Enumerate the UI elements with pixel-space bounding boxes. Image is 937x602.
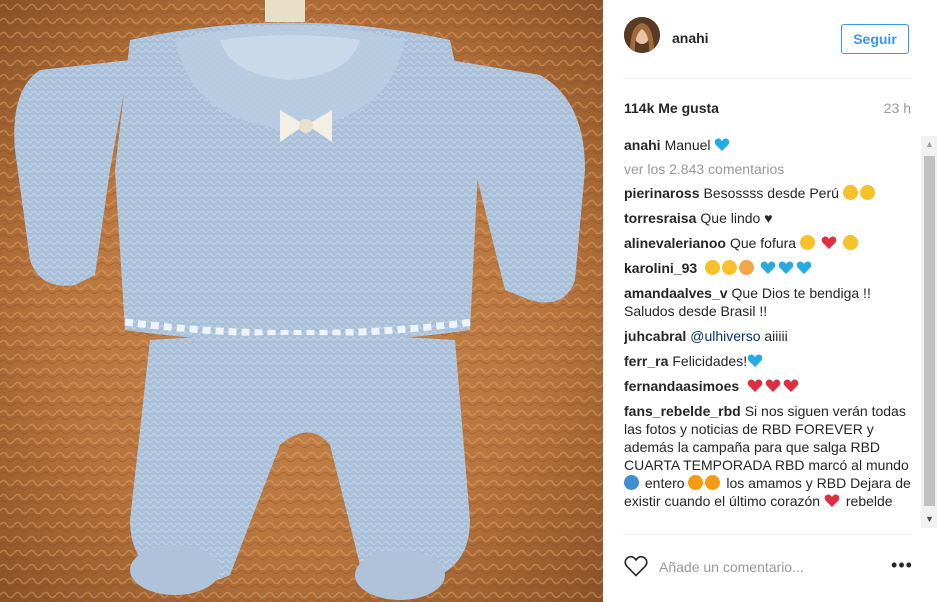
blue-heart-emoji [714,138,730,152]
comment-text: Besossss desde Perú [703,185,839,201]
blue-heart-emoji [747,354,763,368]
divider [623,78,911,79]
post-photo[interactable] [0,0,603,602]
comment-username[interactable]: torresraisa [624,210,696,226]
scroll-up-arrow-icon[interactable]: ▲ [921,136,937,153]
comments-list: anahi Manuel ver los 2.843 comentarios pi… [624,136,914,528]
clapping-hands-emoji [739,260,755,275]
blue-heart-emoji [778,261,794,275]
caption-text: Manuel [664,137,711,153]
scrollbar-thumb[interactable] [924,156,935,506]
comment-text: aiiiii [764,328,788,344]
comment-item: karolini_93 [624,259,914,277]
comment-text: rebelde [845,493,893,509]
comment-username[interactable]: juhcabral [624,328,686,344]
heart-icon[interactable] [624,555,648,577]
heart-eyes-emoji [722,260,738,275]
comment-text: entero [644,475,685,491]
post-timestamp[interactable]: 23 h [884,100,911,116]
post-details-panel: anahi Seguir 114k Me gusta 23 h anahi Man… [603,0,937,602]
red-heart-emoji [765,379,781,393]
comment-username[interactable]: ferr_ra [624,353,668,369]
cat-face-emoji [705,475,721,490]
comment-item: amandaalves_v Que Dios te bendiga !! Salu… [624,284,914,320]
comment-item: alinevalerianoo Que fofura [624,234,914,252]
caption: anahi Manuel [624,136,914,154]
divider [623,534,911,535]
knit-baby-outfit-image [0,0,603,602]
comment-username[interactable]: fans_rebelde_rbd [624,403,741,419]
comment-username[interactable]: pierinaross [624,185,699,201]
more-options-icon[interactable]: ••• [890,556,914,576]
blue-heart-emoji [796,261,812,275]
comment-item: fans_rebelde_rbd Si nos siguen verán toda… [624,402,914,510]
follow-button[interactable]: Seguir [841,24,909,54]
comment-mention-link[interactable]: @ulhiverso [690,328,760,344]
kiss-face-emoji [859,185,875,200]
user-portrait-icon [624,17,660,53]
red-heart-emoji [821,236,837,250]
comment-username[interactable]: alinevalerianoo [624,235,726,251]
cat-face-emoji [688,475,704,490]
scroll-down-arrow-icon[interactable]: ▼ [921,511,937,528]
red-heart-emoji [824,494,840,508]
caption-username[interactable]: anahi [624,137,661,153]
post-username[interactable]: anahi [672,30,709,46]
likes-count[interactable]: 114k Me gusta [624,100,719,116]
comment-text: Que lindo ♥ [700,210,773,226]
red-heart-emoji [783,379,799,393]
comment-item: ferr_ra Felicidades! [624,352,914,370]
comments-scrollbar[interactable]: ▲ ▼ [921,136,937,528]
comment-item: pierinaross Besossss desde Perú [624,184,914,202]
avatar[interactable] [624,17,660,53]
blue-heart-emoji [760,261,776,275]
kiss-face-emoji [842,185,858,200]
comment-item: fernandaasimoes [624,377,914,395]
comment-input[interactable] [659,558,884,576]
view-all-comments-link[interactable]: ver los 2.843 comentarios [624,161,914,177]
comment-item: torresraisa Que lindo ♥ [624,209,914,227]
globe-emoji [624,475,639,490]
heart-eyes-emoji [842,235,858,250]
comment-username[interactable]: amandaalves_v [624,285,728,301]
comment-username[interactable]: karolini_93 [624,260,697,276]
heart-eyes-emoji [705,260,721,275]
post-header: anahi Seguir [603,0,937,79]
comment-text: Felicidades! [672,353,748,369]
comment-username[interactable]: fernandaasimoes [624,378,739,394]
comment-item: juhcabral @ulhiverso aiiiii [624,327,914,345]
red-heart-emoji [747,379,763,393]
comment-text: Que fofura [729,235,797,251]
hugging-face-emoji [799,235,815,250]
